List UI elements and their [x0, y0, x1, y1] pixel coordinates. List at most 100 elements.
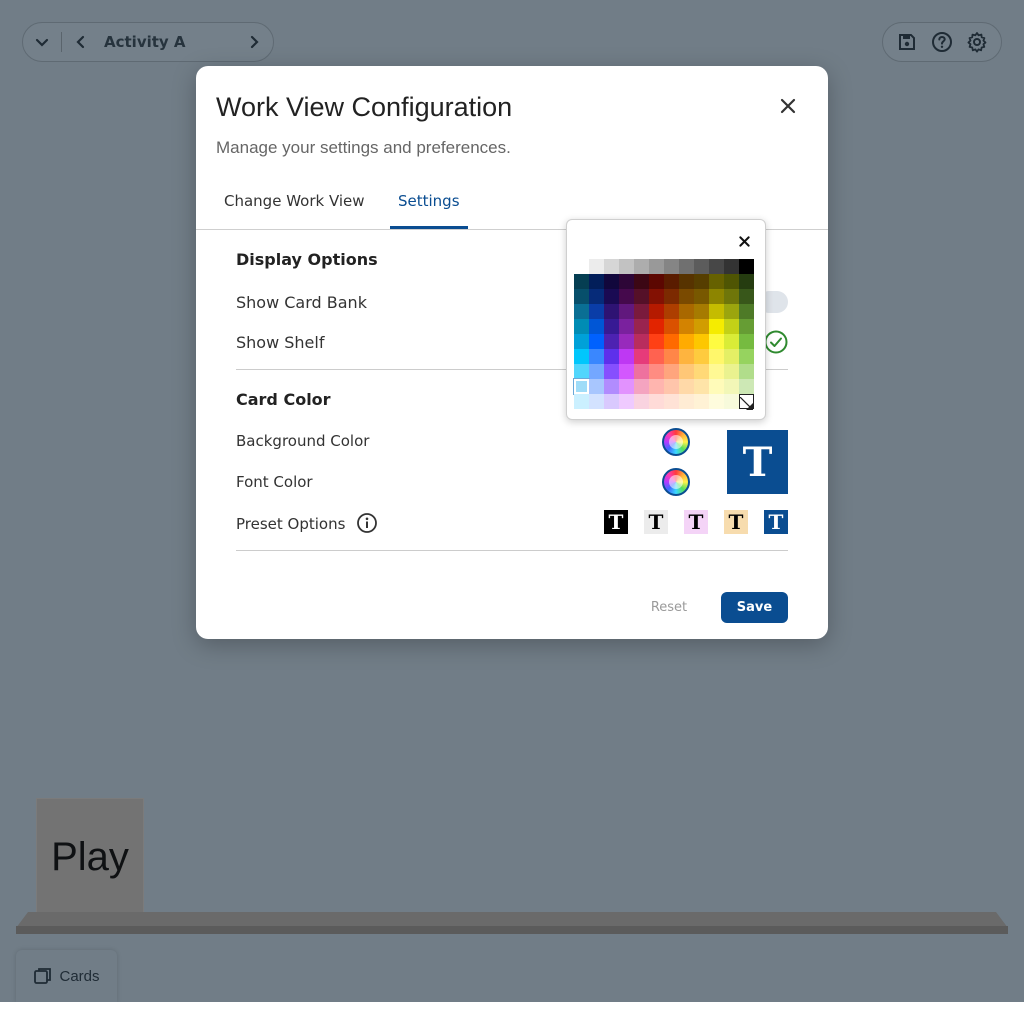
- color-swatch[interactable]: [574, 334, 589, 349]
- color-swatch[interactable]: [724, 274, 739, 289]
- color-swatch[interactable]: [619, 289, 634, 304]
- show-shelf-checkmark-icon[interactable]: [764, 330, 788, 354]
- color-swatch[interactable]: [574, 259, 589, 274]
- help-button[interactable]: [927, 27, 957, 57]
- color-swatch[interactable]: [709, 304, 724, 319]
- color-swatch[interactable]: [589, 289, 604, 304]
- color-swatch[interactable]: [589, 394, 604, 409]
- color-swatch[interactable]: [724, 304, 739, 319]
- settings-button[interactable]: [962, 27, 992, 57]
- color-swatch[interactable]: [724, 334, 739, 349]
- color-swatch[interactable]: [709, 349, 724, 364]
- color-swatch[interactable]: [694, 364, 709, 379]
- color-swatch[interactable]: [574, 319, 589, 334]
- color-swatch[interactable]: [589, 304, 604, 319]
- color-swatch[interactable]: [634, 304, 649, 319]
- color-swatch[interactable]: [694, 334, 709, 349]
- color-swatch[interactable]: [709, 379, 724, 394]
- color-swatch[interactable]: [664, 259, 679, 274]
- color-swatch[interactable]: [724, 394, 739, 409]
- tab-settings[interactable]: Settings: [398, 192, 460, 228]
- color-swatch[interactable]: [724, 349, 739, 364]
- color-swatch[interactable]: [604, 319, 619, 334]
- color-swatch[interactable]: [709, 364, 724, 379]
- color-swatch[interactable]: [724, 379, 739, 394]
- color-swatch[interactable]: [724, 289, 739, 304]
- preset-pink[interactable]: T: [684, 510, 708, 534]
- color-swatch[interactable]: [694, 274, 709, 289]
- color-swatch[interactable]: [649, 319, 664, 334]
- color-swatch[interactable]: [649, 289, 664, 304]
- save-button[interactable]: [892, 27, 922, 57]
- next-activity-button[interactable]: [235, 23, 273, 61]
- color-swatch[interactable]: [619, 274, 634, 289]
- activity-dropdown-button[interactable]: [23, 23, 61, 61]
- previous-activity-button[interactable]: [62, 23, 100, 61]
- color-swatch[interactable]: [634, 364, 649, 379]
- color-swatch[interactable]: [679, 364, 694, 379]
- color-swatch[interactable]: [619, 304, 634, 319]
- color-swatch[interactable]: [664, 334, 679, 349]
- preset-blue[interactable]: T: [764, 510, 788, 534]
- color-swatch[interactable]: [574, 304, 589, 319]
- color-swatch[interactable]: [604, 364, 619, 379]
- color-swatch[interactable]: [589, 349, 604, 364]
- color-swatch[interactable]: [574, 394, 589, 409]
- color-swatch[interactable]: [694, 304, 709, 319]
- color-swatch[interactable]: [574, 289, 589, 304]
- color-swatch[interactable]: [664, 319, 679, 334]
- color-swatch[interactable]: [739, 379, 754, 394]
- color-swatch[interactable]: [664, 379, 679, 394]
- color-swatch[interactable]: [709, 319, 724, 334]
- color-swatch[interactable]: [679, 289, 694, 304]
- preset-light-gray[interactable]: T: [644, 510, 668, 534]
- color-swatch[interactable]: [694, 319, 709, 334]
- color-swatch[interactable]: [664, 289, 679, 304]
- color-swatch[interactable]: [634, 259, 649, 274]
- color-swatch[interactable]: [573, 378, 590, 395]
- color-swatch[interactable]: [694, 394, 709, 409]
- color-swatch[interactable]: [739, 259, 754, 274]
- color-swatch[interactable]: [619, 259, 634, 274]
- color-swatch[interactable]: [679, 274, 694, 289]
- color-swatch[interactable]: [589, 259, 604, 274]
- color-swatch[interactable]: [709, 259, 724, 274]
- color-swatch[interactable]: [574, 274, 589, 289]
- color-swatch[interactable]: [604, 304, 619, 319]
- color-swatch[interactable]: [604, 289, 619, 304]
- color-swatch[interactable]: [694, 349, 709, 364]
- color-swatch[interactable]: [694, 379, 709, 394]
- color-swatch[interactable]: [619, 379, 634, 394]
- color-swatch[interactable]: [649, 274, 664, 289]
- color-swatch[interactable]: [664, 349, 679, 364]
- color-swatch[interactable]: [649, 379, 664, 394]
- cards-button[interactable]: Cards: [16, 950, 117, 1002]
- color-swatch[interactable]: [679, 304, 694, 319]
- color-swatch[interactable]: [604, 379, 619, 394]
- color-swatch[interactable]: [619, 349, 634, 364]
- color-swatch[interactable]: [649, 259, 664, 274]
- color-swatch[interactable]: [739, 349, 754, 364]
- color-swatch[interactable]: [649, 364, 664, 379]
- color-swatch[interactable]: [709, 394, 724, 409]
- color-swatch[interactable]: [694, 289, 709, 304]
- color-swatch[interactable]: [574, 349, 589, 364]
- color-swatch[interactable]: [589, 319, 604, 334]
- color-swatch[interactable]: [709, 274, 724, 289]
- color-swatch[interactable]: [724, 364, 739, 379]
- color-swatch[interactable]: [589, 379, 604, 394]
- color-picker-close-button[interactable]: [733, 230, 755, 252]
- color-swatch[interactable]: [724, 259, 739, 274]
- color-swatch[interactable]: [634, 334, 649, 349]
- color-swatch[interactable]: [634, 289, 649, 304]
- color-swatch[interactable]: [679, 349, 694, 364]
- tab-change-work-view[interactable]: Change Work View: [224, 192, 365, 228]
- color-swatch[interactable]: [679, 334, 694, 349]
- color-swatch[interactable]: [634, 379, 649, 394]
- color-swatch[interactable]: [589, 364, 604, 379]
- color-swatch[interactable]: [739, 334, 754, 349]
- color-swatch[interactable]: [649, 334, 664, 349]
- color-swatch[interactable]: [619, 319, 634, 334]
- reset-button[interactable]: Reset: [636, 592, 702, 622]
- preset-black[interactable]: T: [604, 510, 628, 534]
